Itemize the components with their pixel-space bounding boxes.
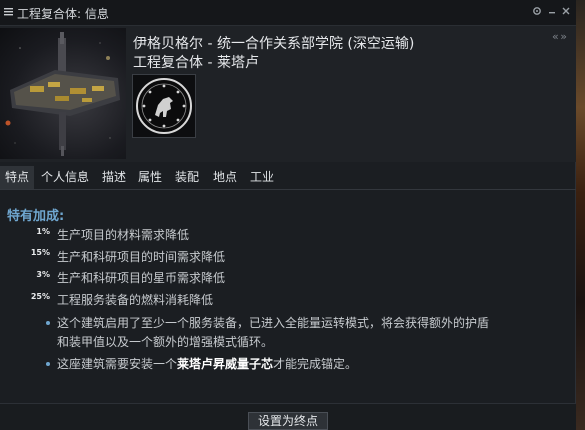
bonus-text: 工程服务装备的燃料消耗降低 bbox=[57, 293, 214, 307]
corporation-logo[interactable] bbox=[132, 74, 196, 138]
tab-personal-info[interactable]: 个人信息 bbox=[36, 166, 94, 189]
structure-name: 工程复合体 - 莱塔卢 bbox=[133, 55, 259, 71]
note-text-before: 这座建筑需要安装一个 bbox=[57, 357, 178, 371]
bonus-percent: 1% bbox=[36, 227, 50, 236]
bonus-text: 生产和科研项目的时间需求降低 bbox=[57, 250, 226, 264]
bonus-percent: 25% bbox=[30, 292, 50, 301]
bullet-icon bbox=[46, 362, 50, 366]
close-icon[interactable] bbox=[560, 6, 572, 18]
bonus-text: 生产和科研项目的星币需求降低 bbox=[57, 271, 226, 285]
tab-fitting[interactable]: 装配 bbox=[171, 166, 203, 189]
bonus-text: 生产项目的材料需求降低 bbox=[57, 228, 190, 242]
required-item-link[interactable]: 莱塔卢昇威量子芯 bbox=[177, 357, 273, 371]
game-background bbox=[576, 0, 585, 430]
info-tabs: 特点 个人信息 描述 属性 装配 地点 工业 bbox=[0, 166, 576, 190]
window-title: 工程复合体: 信息 bbox=[17, 7, 109, 21]
bonus-percent: 3% bbox=[36, 270, 50, 279]
window-menu-icon[interactable] bbox=[4, 7, 13, 16]
tab-location[interactable]: 地点 bbox=[209, 166, 241, 189]
collapse-header-icon[interactable]: « » bbox=[552, 30, 567, 43]
structure-render-image[interactable] bbox=[0, 28, 126, 159]
tab-attributes[interactable]: 属性 bbox=[134, 166, 166, 189]
note-text-after: 才能完成锚定。 bbox=[273, 357, 358, 371]
corporation-name-link[interactable]: 伊格贝格尔 - 统一合作关系部学院 (深空运输) bbox=[133, 33, 414, 53]
section-title: 特有加成: bbox=[7, 209, 65, 224]
tab-description[interactable]: 描述 bbox=[98, 166, 130, 189]
minimize-icon[interactable] bbox=[546, 6, 558, 18]
title-bar[interactable]: 工程复合体: 信息 bbox=[0, 0, 576, 26]
bonus-percent: 15% bbox=[30, 248, 50, 257]
gear-icon[interactable] bbox=[531, 6, 543, 18]
set-destination-button[interactable]: 设置为终点 bbox=[248, 412, 328, 430]
note-text: 这个建筑启用了至少一个服务装备，已进入全能量运转模式，将会获得额外的护盾 bbox=[57, 316, 490, 330]
tab-industry[interactable]: 工业 bbox=[246, 166, 278, 189]
info-window: 工程复合体: 信息 « » 伊格贝格尔 - 统一合作关系部学院 (深空运输) 工… bbox=[0, 0, 576, 430]
note-text: 这座建筑需要安装一个莱塔卢昇威量子芯才能完成锚定。 bbox=[57, 355, 357, 372]
note-text: 和装甲值以及一个额外的增强模式循环。 bbox=[57, 335, 274, 349]
tab-traits[interactable]: 特点 bbox=[0, 166, 34, 189]
bullet-icon bbox=[46, 321, 50, 325]
